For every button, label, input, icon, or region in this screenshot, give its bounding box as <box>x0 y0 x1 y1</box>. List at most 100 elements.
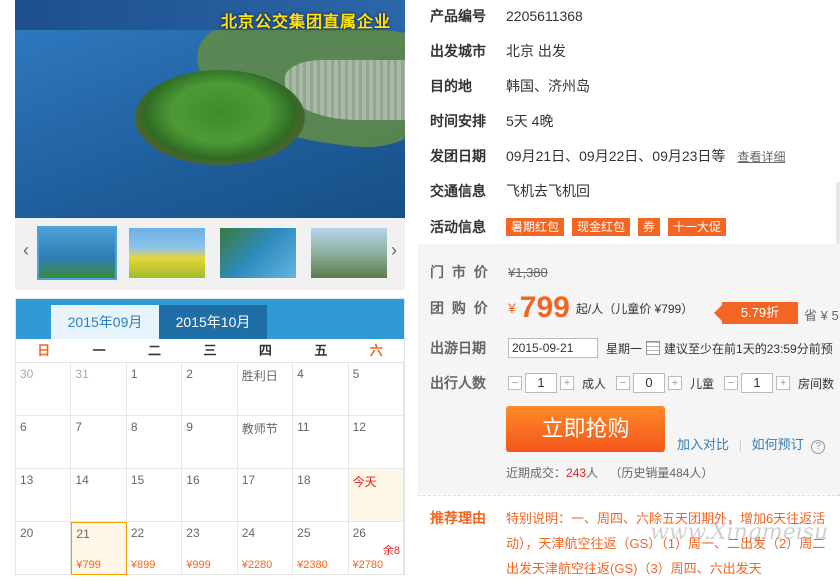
child-count[interactable]: 0 <box>633 373 666 393</box>
calendar-day: 7 <box>71 416 127 469</box>
adult-count[interactable]: 1 <box>525 373 557 393</box>
child-plus-button[interactable]: + <box>668 376 683 390</box>
recommendation-label: 推荐理由 <box>430 510 486 526</box>
thumbnail-4[interactable] <box>311 228 387 278</box>
tag-cash-redpacket[interactable]: 现金红包 <box>572 218 631 236</box>
people-label: 出行人数 <box>430 375 486 391</box>
rooms-count[interactable]: 1 <box>741 373 774 393</box>
rooms-plus-button[interactable]: + <box>776 376 791 390</box>
travel-date-hint: 建议至少在前1天的23:59分前预 <box>664 341 833 356</box>
calendar-day-label: 21 <box>76 527 90 541</box>
calendar-day: 9 <box>182 416 238 469</box>
calendar-day: 18 <box>293 469 349 522</box>
group-price-unit: 起/人（儿童价 ¥799） <box>575 301 694 316</box>
chevron-left-icon[interactable]: ‹ <box>19 240 33 261</box>
calendar-day: 14 <box>71 469 127 522</box>
discount-badge: 5.79折 <box>714 302 798 324</box>
tab-2015-09[interactable]: 2015年09月 <box>51 305 159 339</box>
depart-city-label: 出发城市 <box>430 43 486 59</box>
adult-stepper: − 1 + 成人 <box>508 373 616 393</box>
calendar-icon[interactable] <box>646 341 661 355</box>
child-label: 儿童 <box>690 376 715 391</box>
calendar-day-label: 1 <box>130 367 138 381</box>
calendar-day: 5 <box>348 363 404 416</box>
how-to-book-link[interactable]: 如何预订 <box>752 437 804 452</box>
calendar-day: 31 <box>71 363 127 416</box>
recent-sales-unit: 人 <box>586 466 599 480</box>
calendar-day: 17 <box>237 469 294 522</box>
group-price-label: 团 购 价 <box>430 300 490 316</box>
calendar-day: 教师节 <box>237 416 294 469</box>
help-icon[interactable]: ? <box>811 440 826 454</box>
calendar-day[interactable]: 25 ¥2380 <box>293 522 349 575</box>
tag-national-day-promo[interactable]: 十一大促 <box>668 218 727 236</box>
calendar-day[interactable]: 26 ¥2780 余8 <box>348 522 404 575</box>
transport-label: 交通信息 <box>430 183 486 199</box>
calendar-day-label: 4 <box>297 367 304 381</box>
recent-sales: 近期成交：243人 （历史销量484人） <box>506 464 713 481</box>
child-minus-button[interactable]: − <box>616 376 631 390</box>
calendar-day: 4 <box>293 363 349 416</box>
buy-now-button[interactable]: 立即抢购 <box>506 406 665 452</box>
calendar-day-label: 22 <box>130 526 145 540</box>
calendar-day: 11 <box>293 416 349 469</box>
calendar-day-price: ¥799 <box>76 559 101 571</box>
weekday-header: 日 一 二 三 四 五 六 <box>16 339 404 363</box>
weekday-mon: 一 <box>92 343 106 358</box>
dates-label: 发团日期 <box>430 148 486 164</box>
weekday-sat: 六 <box>369 343 383 358</box>
thumbnail-2[interactable] <box>129 228 205 278</box>
divider <box>418 495 840 496</box>
travel-date-label: 出游日期 <box>430 340 486 356</box>
adult-plus-button[interactable]: + <box>560 376 574 390</box>
adult-minus-button[interactable]: − <box>508 376 522 390</box>
market-price-row: 门 市 价 ¥1,380 <box>430 262 548 282</box>
weekday-wed: 三 <box>203 343 217 358</box>
thumbnail-3[interactable] <box>220 228 296 278</box>
product-no-label: 产品编号 <box>430 8 486 24</box>
calendar-day-label: 9 <box>186 420 193 434</box>
tag-summer-redpacket[interactable]: 暑期红包 <box>506 218 565 236</box>
calendar-day[interactable]: 22 ¥899 <box>126 522 183 575</box>
watermark: www.Xingmeisu <box>650 520 829 545</box>
thumbnail-1[interactable] <box>37 226 117 280</box>
hero-banner-text: 北京公交集团直属企业 <box>220 14 391 31</box>
market-price-label: 门 市 价 <box>430 264 490 280</box>
calendar-day: 20 <box>16 522 72 575</box>
calendar-day-label: 15 <box>130 473 145 487</box>
calendar-day-label: 8 <box>130 420 138 434</box>
view-details-link[interactable]: 查看详细 <box>737 148 785 165</box>
calendar-grid: 30 31 1 2 胜利日 4 5 6 7 8 9 教师节 11 12 13 14 15 16 17 18 今天 20 21… <box>16 363 404 575</box>
product-no-value: 2205611368 <box>506 8 583 24</box>
calendar-day-price: ¥2280 <box>241 559 273 571</box>
tag-coupon[interactable]: 券 <box>638 218 661 236</box>
calendar-day: 12 <box>348 416 404 469</box>
departure-calendar: 2015年09月 2015年10月 日 一 二 三 四 五 六 30 31 1 2 胜利… <box>15 298 405 575</box>
calendar-day[interactable]: 24 ¥2280 <box>237 522 294 575</box>
calendar-day[interactable]: 21 ¥799 <box>71 522 127 575</box>
weekday-tue: 二 <box>148 343 162 358</box>
calendar-day[interactable]: 23 ¥999 <box>182 522 238 575</box>
chevron-right-icon[interactable]: › <box>387 240 401 261</box>
calendar-day-label: 今天 <box>352 475 377 489</box>
add-compare-link[interactable]: 加入对比 <box>677 437 729 452</box>
activity-label: 活动信息 <box>430 219 486 235</box>
transport-value: 飞机去飞机回 <box>506 183 590 199</box>
calendar-day-label: 24 <box>241 526 256 540</box>
calendar-day-label: 17 <box>241 473 256 487</box>
tab-2015-10[interactable]: 2015年10月 <box>159 305 267 339</box>
calendar-day-label: 25 <box>297 526 311 540</box>
calendar-day-label: 18 <box>297 473 311 487</box>
calendar-day-label: 31 <box>75 367 89 381</box>
info-row-dates: 发团日期 09月21日、09月22日、09月23日等 查看详细 <box>430 146 785 166</box>
info-row-product-no: 产品编号 2205611368 <box>430 6 583 26</box>
calendar-day: 6 <box>16 416 72 469</box>
travel-date-row: 出游日期 2015-09-21 星期一 建议至少在前1天的23:59分前预 <box>430 338 833 358</box>
rooms-minus-button[interactable]: − <box>724 376 739 390</box>
calendar-day-label: 20 <box>20 526 34 540</box>
thumbnail-strip: ‹ › <box>15 218 405 290</box>
travel-date-input[interactable]: 2015-09-21 <box>508 338 598 358</box>
calendar-day-remaining: 余8 <box>382 545 400 557</box>
calendar-day-label: 2 <box>186 367 193 381</box>
calendar-day-price: ¥2780 <box>352 559 384 571</box>
